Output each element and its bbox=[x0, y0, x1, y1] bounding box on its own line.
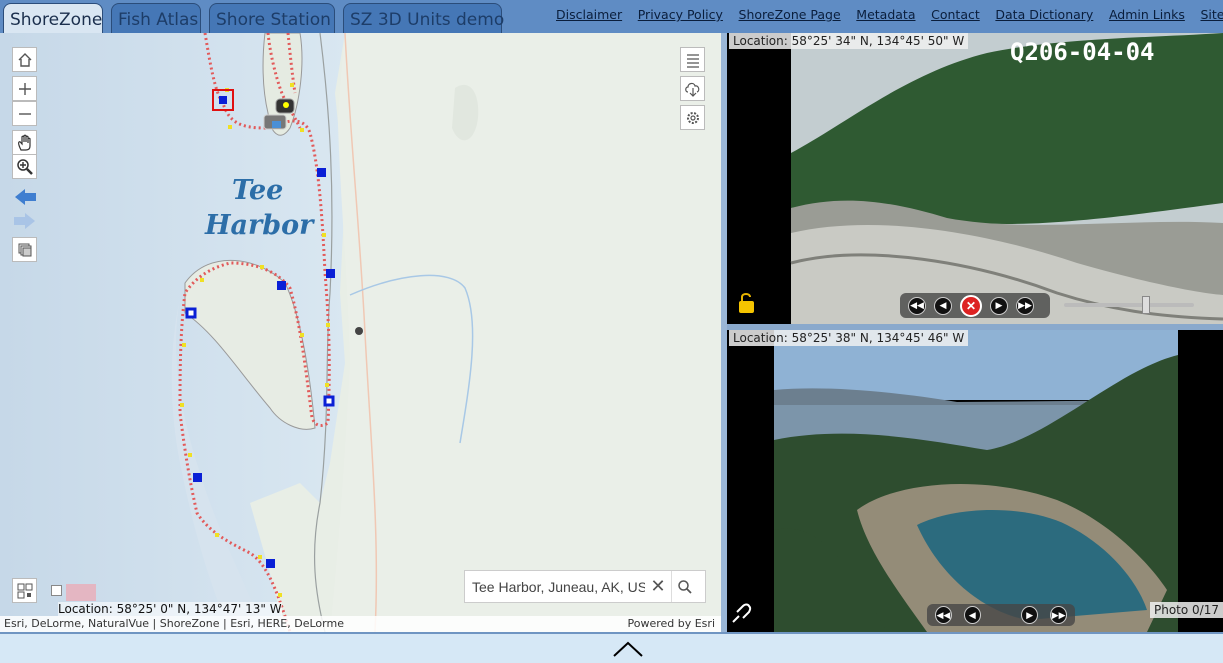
map-location-readout: Location: 58°25' 0" N, 134°47' 13" W bbox=[58, 602, 282, 616]
bottom-panel bbox=[0, 632, 1223, 657]
fast-forward-icon[interactable]: ▶▶ bbox=[1016, 297, 1034, 315]
qr-icon[interactable] bbox=[12, 578, 37, 603]
forward-arrow-icon[interactable] bbox=[12, 208, 37, 233]
header-links: Disclaimer Privacy Policy ShoreZone Page… bbox=[556, 7, 1223, 22]
cloud-download-icon[interactable] bbox=[680, 76, 705, 101]
tab-shore-station[interactable]: Shore Station bbox=[209, 3, 335, 33]
search-box: ✕ bbox=[464, 570, 706, 603]
layers-icon[interactable] bbox=[12, 237, 37, 262]
video-location-readout: Location: 58°25' 34" N, 134°45' 50" W bbox=[729, 33, 968, 49]
playback-slider[interactable] bbox=[1064, 303, 1194, 307]
link-privacy-policy[interactable]: Privacy Policy bbox=[638, 7, 723, 22]
zoom-in-icon[interactable] bbox=[12, 76, 37, 101]
gear-icon[interactable] bbox=[680, 105, 705, 130]
map-view[interactable]: Tee Harbor ✕ bbox=[0, 33, 721, 632]
photo-controls: ◀◀ ◀ ▶ ▶▶ bbox=[927, 604, 1075, 626]
stop-icon[interactable]: ✕ bbox=[960, 295, 982, 317]
link-site-info[interactable]: Site Info bbox=[1201, 7, 1223, 22]
photo-last-icon[interactable]: ▶▶ bbox=[1050, 606, 1067, 624]
tab-sz-3d-units-demo[interactable]: SZ 3D Units demo bbox=[343, 3, 502, 33]
link-admin-links[interactable]: Admin Links bbox=[1109, 7, 1185, 22]
link-shorezone-page[interactable]: ShoreZone Page bbox=[739, 7, 841, 22]
unlock-icon[interactable] bbox=[737, 292, 757, 319]
link-icon[interactable] bbox=[729, 602, 753, 631]
link-data-dictionary[interactable]: Data Dictionary bbox=[995, 7, 1093, 22]
search-input[interactable] bbox=[465, 579, 645, 595]
slider-thumb[interactable] bbox=[1142, 296, 1150, 314]
expand-panel-icon[interactable] bbox=[612, 640, 644, 663]
photo-location-readout: Location: 58°25' 38" N, 134°45' 46" W bbox=[729, 330, 968, 346]
rewind-fast-icon[interactable]: ◀◀ bbox=[908, 297, 926, 315]
attribution-text: Esri, DeLorme, NaturalVue | ShoreZone | … bbox=[4, 617, 344, 630]
play-icon[interactable]: ▶ bbox=[990, 297, 1008, 315]
place-label-line2: Harbor bbox=[205, 210, 313, 241]
video-overlay-text: Q206-04-04 bbox=[1010, 38, 1155, 66]
home-icon[interactable] bbox=[12, 47, 37, 72]
photo-first-icon[interactable]: ◀◀ bbox=[935, 606, 952, 624]
step-back-icon[interactable]: ◀ bbox=[934, 297, 952, 315]
pan-hand-icon[interactable] bbox=[12, 130, 37, 155]
tab-shorezone[interactable]: ShoreZone bbox=[3, 3, 103, 33]
attribution: Esri, DeLorme, NaturalVue | ShoreZone | … bbox=[0, 616, 721, 632]
place-label-line1: Tee bbox=[232, 175, 283, 206]
basemap bbox=[0, 33, 721, 632]
video-controls: ◀◀ ◀ ✕ ▶ ▶▶ bbox=[900, 293, 1050, 318]
link-disclaimer[interactable]: Disclaimer bbox=[556, 7, 622, 22]
photo-count: Photo 0/17 bbox=[1150, 602, 1223, 618]
back-arrow-icon[interactable] bbox=[12, 184, 37, 209]
list-icon[interactable] bbox=[680, 47, 705, 72]
photo-next-icon[interactable]: ▶ bbox=[1021, 606, 1038, 624]
photo-prev-icon[interactable]: ◀ bbox=[964, 606, 981, 624]
powered-by-esri[interactable]: Powered by Esri bbox=[627, 617, 715, 630]
legend-swatch bbox=[66, 584, 96, 601]
layer-checkbox[interactable] bbox=[51, 585, 62, 596]
search-icon[interactable] bbox=[671, 571, 697, 602]
photo-panel: Location: 58°25' 38" N, 134°45' 46" W ◀◀… bbox=[727, 330, 1223, 632]
zoom-magnifier-icon[interactable] bbox=[12, 154, 37, 179]
zoom-out-icon[interactable] bbox=[12, 101, 37, 126]
camera-marker-icon[interactable] bbox=[262, 93, 302, 135]
photo-image bbox=[727, 330, 1223, 632]
link-metadata[interactable]: Metadata bbox=[856, 7, 915, 22]
tab-fish-atlas[interactable]: Fish Atlas bbox=[111, 3, 201, 33]
link-contact[interactable]: Contact bbox=[931, 7, 980, 22]
clear-icon[interactable]: ✕ bbox=[645, 576, 671, 597]
video-panel: Q206-04-04 Location: 58°25' 34" N, 134°4… bbox=[727, 33, 1223, 324]
top-bar: ShoreZone Fish Atlas Shore Station SZ 3D… bbox=[0, 0, 1223, 33]
video-frame: Q206-04-04 bbox=[727, 33, 1223, 324]
